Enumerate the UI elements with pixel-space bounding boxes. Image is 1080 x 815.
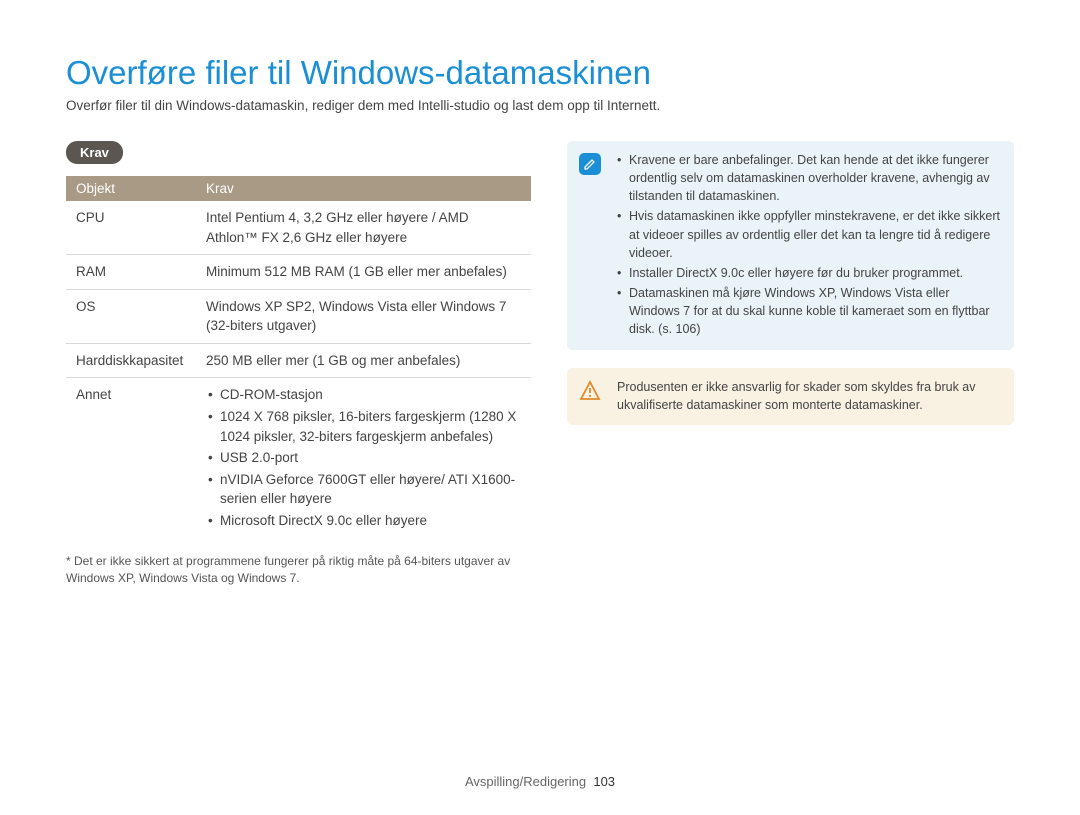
warning-note-box: Produsenten er ikke ansvarlig for skader… [567, 368, 1014, 424]
right-column: Kravene er bare anbefalinger. Det kan he… [567, 141, 1014, 587]
table-footnote: * Det er ikke sikkert at programmene fun… [66, 553, 531, 587]
cell-other-label: Annet [66, 378, 196, 539]
footer-section: Avspilling/Redigering [465, 774, 586, 789]
warning-note-text: Produsenten er ikke ansvarlig for skader… [617, 378, 1000, 414]
page-content: Overføre filer til Windows-datamaskinen … [0, 0, 1080, 587]
list-item: Datamaskinen må kjøre Windows XP, Window… [617, 284, 1000, 338]
list-item: CD-ROM-stasjon [206, 385, 521, 405]
table-row: Harddiskkapasitet 250 MB eller mer (1 GB… [66, 343, 531, 378]
info-note-list: Kravene er bare anbefalinger. Det kan he… [617, 151, 1000, 338]
cell-hdd-value: 250 MB eller mer (1 GB og mer anbefales) [196, 343, 531, 378]
warning-triangle-icon [579, 380, 601, 402]
left-column: Krav Objekt Krav CPU Intel Pentium 4, 3,… [66, 141, 531, 587]
two-column-layout: Krav Objekt Krav CPU Intel Pentium 4, 3,… [66, 141, 1014, 587]
table-row: Annet CD-ROM-stasjon 1024 X 768 piksler,… [66, 378, 531, 539]
footer-page-number: 103 [593, 774, 615, 789]
requirements-table: Objekt Krav CPU Intel Pentium 4, 3,2 GHz… [66, 176, 531, 539]
cell-os-label: OS [66, 289, 196, 343]
section-label-krav: Krav [66, 141, 123, 164]
list-item: 1024 X 768 piksler, 16-biters fargeskjer… [206, 407, 521, 446]
cell-os-value: Windows XP SP2, Windows Vista eller Wind… [196, 289, 531, 343]
list-item: Kravene er bare anbefalinger. Det kan he… [617, 151, 1000, 205]
list-item: nVIDIA Geforce 7600GT eller høyere/ ATI … [206, 470, 521, 509]
table-row: RAM Minimum 512 MB RAM (1 GB eller mer a… [66, 255, 531, 290]
info-note-box: Kravene er bare anbefalinger. Det kan he… [567, 141, 1014, 350]
other-list: CD-ROM-stasjon 1024 X 768 piksler, 16-bi… [206, 385, 521, 530]
cell-ram-value: Minimum 512 MB RAM (1 GB eller mer anbef… [196, 255, 531, 290]
list-item: Installer DirectX 9.0c eller høyere før … [617, 264, 1000, 282]
page-subtitle: Overfør filer til din Windows-datamaskin… [66, 98, 1014, 113]
table-row: CPU Intel Pentium 4, 3,2 GHz eller høyer… [66, 201, 531, 255]
page-title: Overføre filer til Windows-datamaskinen [66, 54, 1014, 92]
table-row: OS Windows XP SP2, Windows Vista eller W… [66, 289, 531, 343]
page-footer: Avspilling/Redigering 103 [0, 774, 1080, 789]
cell-hdd-label: Harddiskkapasitet [66, 343, 196, 378]
cell-cpu-value: Intel Pentium 4, 3,2 GHz eller høyere / … [196, 201, 531, 255]
info-icon [579, 153, 601, 175]
list-item: Microsoft DirectX 9.0c eller høyere [206, 511, 521, 531]
warning-icon [579, 380, 601, 402]
cell-other-value: CD-ROM-stasjon 1024 X 768 piksler, 16-bi… [196, 378, 531, 539]
list-item: USB 2.0-port [206, 448, 521, 468]
cell-cpu-label: CPU [66, 201, 196, 255]
pencil-note-icon [582, 156, 598, 172]
cell-ram-label: RAM [66, 255, 196, 290]
table-header-objekt: Objekt [66, 176, 196, 201]
table-header-krav: Krav [196, 176, 531, 201]
list-item: Hvis datamaskinen ikke oppfyller minstek… [617, 207, 1000, 261]
